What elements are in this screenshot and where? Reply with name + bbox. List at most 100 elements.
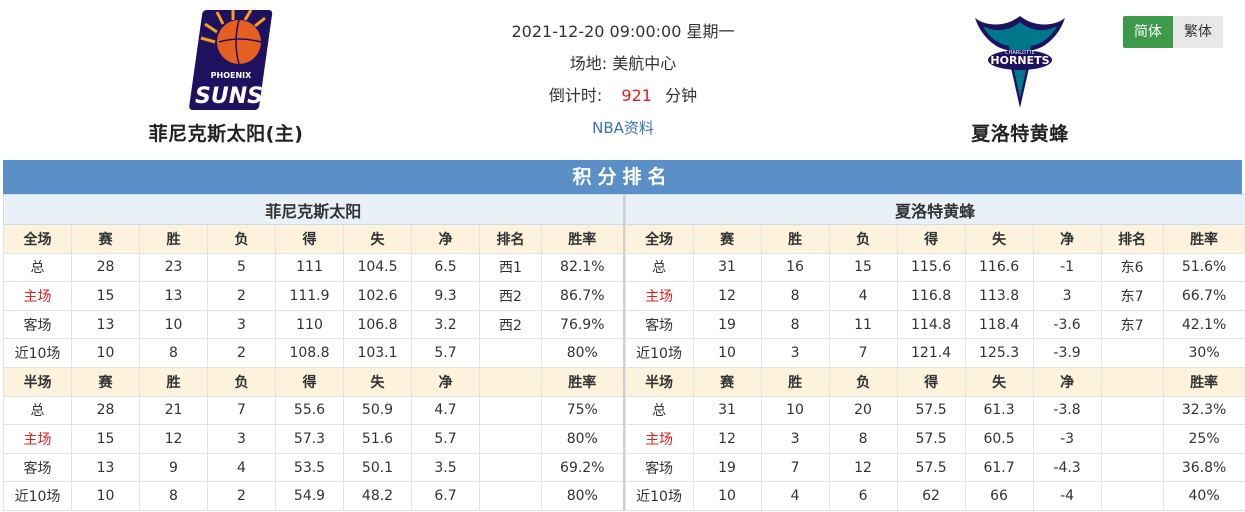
row-label: 总 xyxy=(624,252,694,283)
stat-cell: 西1 xyxy=(479,252,542,283)
stat-cell: 32.3% xyxy=(1162,395,1245,426)
column-header: 胜 xyxy=(139,366,208,397)
stat-cell: 62 xyxy=(896,481,966,511)
stat-cell: 86.7% xyxy=(540,281,625,311)
language-switch: 简体 繁体 xyxy=(1123,16,1223,48)
column-header: 半场 xyxy=(624,366,694,397)
stat-cell xyxy=(479,395,542,426)
match-countdown: 倒计时: 921 分钟 xyxy=(423,82,823,114)
stat-cell: 111 xyxy=(275,252,344,283)
svg-text:SUNS: SUNS xyxy=(195,84,263,109)
venue-value: 美航中心 xyxy=(612,54,677,73)
stat-cell: -4.3 xyxy=(1032,452,1102,483)
stat-cell: 3.2 xyxy=(411,309,480,340)
stat-cell: 57.5 xyxy=(896,452,966,483)
column-header: 胜率 xyxy=(540,224,625,254)
column-header: 胜率 xyxy=(1162,224,1245,254)
column-header: 负 xyxy=(207,224,276,254)
stat-cell xyxy=(479,338,542,368)
stat-cell: 66 xyxy=(964,481,1034,511)
stat-cell: 69.2% xyxy=(540,452,625,483)
column-header: 胜率 xyxy=(540,366,625,397)
column-header: 负 xyxy=(828,224,898,254)
stat-cell: 3 xyxy=(207,309,276,340)
stat-cell: 66.7% xyxy=(1162,281,1245,311)
traditional-chinese-button[interactable]: 繁体 xyxy=(1173,16,1223,48)
stat-cell: 51.6% xyxy=(1162,252,1245,283)
column-header: 赛 xyxy=(692,366,762,397)
row-label: 总 xyxy=(3,395,72,426)
row-label: 客场 xyxy=(624,452,694,483)
row-label: 客场 xyxy=(3,309,72,340)
stat-cell: 4 xyxy=(828,281,898,311)
stat-cell: 103.1 xyxy=(343,338,412,368)
column-header: 胜 xyxy=(139,224,208,254)
stat-cell: 3 xyxy=(207,424,276,454)
table-row: 近10场 10 8 2 54.9 48.2 6.7 80% xyxy=(3,481,625,511)
stat-cell: 51.6 xyxy=(343,424,412,454)
stat-cell: 50.9 xyxy=(343,395,412,426)
table-row: 主场 12 8 4 116.8 113.8 3 东7 66.7% xyxy=(624,281,1245,311)
stat-cell: 80% xyxy=(540,481,625,511)
stat-cell: 5 xyxy=(207,252,276,283)
row-label: 近10场 xyxy=(624,481,694,511)
row-label: 近10场 xyxy=(624,338,694,368)
table-row: 主场 15 13 2 111.9 102.6 9.3 西2 86.7% xyxy=(3,281,625,311)
charlotte-hornets-logo-icon: CHARLOTTE HORNETS xyxy=(975,16,1065,108)
stat-cell: 13 xyxy=(139,281,208,311)
stat-cell: 80% xyxy=(540,338,625,368)
column-header: 赛 xyxy=(71,366,140,397)
stat-cell: 3.5 xyxy=(411,452,480,483)
nba-data-link[interactable]: NBA资料 xyxy=(592,119,654,137)
stat-cell: 104.5 xyxy=(343,252,412,283)
stat-cell: 8 xyxy=(139,481,208,511)
row-label: 近10场 xyxy=(3,481,72,511)
column-header: 得 xyxy=(896,224,966,254)
stat-cell: 55.6 xyxy=(275,395,344,426)
home-table-team-name: 菲尼克斯太阳 xyxy=(2,194,625,225)
stat-cell xyxy=(1100,452,1164,483)
stat-cell: 116.6 xyxy=(964,252,1034,283)
stat-cell: -3.6 xyxy=(1032,309,1102,340)
away-table-team-name: 夏洛特黄蜂 xyxy=(624,194,1245,225)
column-header: 得 xyxy=(896,366,966,397)
stat-cell: 4 xyxy=(207,452,276,483)
stat-cell: 57.3 xyxy=(275,424,344,454)
stat-cell: 8 xyxy=(828,424,898,454)
stat-cell: 10 xyxy=(71,481,140,511)
table-row: 客场 19 7 12 57.5 61.7 -4.3 36.8% xyxy=(624,452,1245,483)
stat-cell: 12 xyxy=(692,424,762,454)
stat-cell xyxy=(479,481,542,511)
stat-cell: 80% xyxy=(540,424,625,454)
stat-cell: 102.6 xyxy=(343,281,412,311)
simplified-chinese-button[interactable]: 简体 xyxy=(1123,16,1173,48)
column-header: 失 xyxy=(343,224,412,254)
stat-cell: 3 xyxy=(1032,281,1102,311)
column-header: 得 xyxy=(275,224,344,254)
stat-cell: 7 xyxy=(760,452,830,483)
stat-cell: 106.8 xyxy=(343,309,412,340)
row-label: 主场 xyxy=(624,424,694,454)
stat-cell: 11 xyxy=(828,309,898,340)
stat-cell: 10 xyxy=(692,338,762,368)
stat-cell: 东7 xyxy=(1100,281,1164,311)
home-full-headers: 全场赛胜负得失净排名 胜率 xyxy=(3,224,625,254)
table-row: 客场 13 10 3 110 106.8 3.2 西2 76.9% xyxy=(3,309,625,340)
stat-cell: 108.8 xyxy=(275,338,344,368)
stat-cell: 13 xyxy=(71,309,140,340)
stat-cell: 3 xyxy=(760,338,830,368)
stat-cell: 31 xyxy=(692,252,762,283)
stat-cell: 121.4 xyxy=(896,338,966,368)
stat-cell: 东6 xyxy=(1100,252,1164,283)
column-header: 失 xyxy=(343,366,412,397)
stat-cell: 61.3 xyxy=(964,395,1034,426)
stat-cell: -3.9 xyxy=(1032,338,1102,368)
phoenix-suns-logo-icon: PHOENIX SUNS xyxy=(189,9,273,110)
row-label: 客场 xyxy=(3,452,72,483)
stat-cell: 21 xyxy=(139,395,208,426)
stat-cell: -3 xyxy=(1032,424,1102,454)
column-header: 半场 xyxy=(3,366,72,397)
column-header: 失 xyxy=(964,366,1034,397)
column-header: 胜 xyxy=(760,224,830,254)
row-label: 总 xyxy=(3,252,72,283)
